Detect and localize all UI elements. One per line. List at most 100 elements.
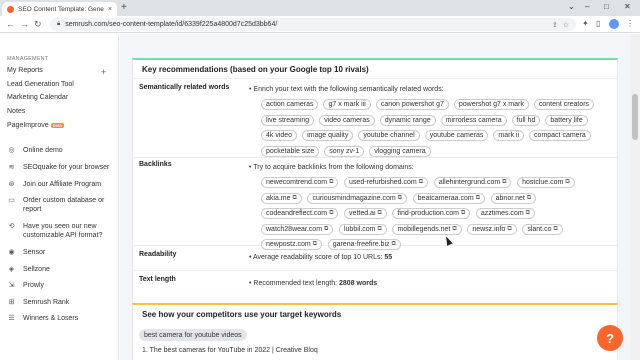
sidebar-item-winners-losers[interactable]: ☰ Winners & Losers [7, 314, 78, 323]
backlinks-label: Backlinks [139, 161, 172, 168]
sidebar-item-custom-database[interactable]: ▭ Order custom database or report [7, 196, 115, 214]
backlink-domain-chip[interactable]: garena-freefire.biz ⧉ [327, 239, 401, 250]
keyword-chip[interactable]: best camera for youtube videos [139, 329, 247, 341]
share-icon[interactable]: ⇪ [552, 21, 558, 29]
semantic-word-chip[interactable]: 4k video [261, 130, 298, 141]
sidebar-item-sellzone[interactable]: ◈ Sellzone [7, 265, 50, 274]
sidebar-item-notes[interactable]: Notes [7, 108, 25, 115]
profile-avatar[interactable] [609, 19, 619, 29]
sidebar-item-label: Sensor [23, 249, 46, 256]
external-link-icon: ⧉ [329, 210, 334, 216]
semantic-word-chip[interactable]: youtube channel [358, 130, 420, 141]
external-link-icon: ⧉ [452, 225, 457, 232]
sidebar-item-pageimprove[interactable]: PageImprove Beta [7, 122, 64, 129]
backlink-domain-chip[interactable]: used-refurbished.com ⧉ [344, 177, 429, 188]
sidebar-item-semrush-rank[interactable]: ⊞ Semrush Rank [7, 298, 70, 307]
semantic-word-chip-label: mark ii [498, 132, 520, 139]
extensions-icon[interactable]: ✦ [582, 19, 589, 28]
backlink-domain-chip[interactable]: newpostz.com ⧉ [261, 239, 323, 250]
external-link-icon: ⧉ [553, 225, 558, 232]
menu-kebab-icon[interactable]: ⋮ [626, 19, 634, 28]
sidebar: MANAGEMENT My Reports + Lead Generation … [0, 34, 119, 360]
backlink-domain-chip[interactable]: beatcameraa.com ⧉ [412, 192, 485, 204]
backlink-domain-chip[interactable]: abnor.net ⧉ [490, 192, 537, 204]
semantic-word-chip[interactable]: action cameras [261, 99, 319, 110]
semantic-word-chip[interactable]: vlogging camera [369, 145, 431, 157]
semantic-word-chip[interactable]: g7 x mark iii [323, 99, 371, 110]
semantic-word-chip[interactable]: compact camera [529, 130, 591, 141]
sidebar-item-sensor[interactable]: ◉ Sensor [7, 248, 45, 257]
backlink-domain-chip[interactable]: vetted.ai ⧉ [344, 208, 387, 219]
semantic-word-chip[interactable]: dynamic range [379, 114, 436, 126]
lock-icon[interactable]: 🔒︎ [57, 21, 60, 28]
sidebar-item-my-reports[interactable]: My Reports [7, 67, 43, 74]
sidebar-item-affiliate[interactable]: ⊛ Join our Affiliate Program [7, 180, 102, 189]
semantic-word-chip[interactable]: mirrorless camera [440, 114, 507, 126]
add-report-icon[interactable]: + [101, 67, 106, 77]
semantic-word-chip-label: 4k video [266, 132, 293, 139]
backlink-domain-chip-label: newpostz.com [266, 241, 311, 248]
backlink-domain-chip[interactable]: watch28wear.com ⧉ [261, 223, 334, 235]
semantic-word-chip[interactable]: content creators [533, 99, 595, 110]
external-link-icon: ⧉ [502, 179, 507, 185]
backlink-domain-chip-label: find-production.com [397, 210, 459, 217]
backlink-domain-chip[interactable]: curiousmindmagazine.com ⧉ [307, 192, 408, 204]
page-scrollbar[interactable] [630, 34, 640, 360]
forward-icon[interactable]: → [20, 19, 29, 29]
sidebar-item-lead-generation[interactable]: Lead Generation Tool [7, 81, 74, 88]
address-bar[interactable]: 🔒︎ semrush.com/seo-content-template/id/6… [50, 18, 576, 31]
sidebar-item-online-demo[interactable]: ◎ Online demo [7, 146, 62, 155]
minimize-button[interactable]: – [585, 2, 589, 11]
semantic-word-chip[interactable]: live streaming [261, 114, 315, 126]
semantic-word-chip[interactable]: canon powershot g7 [375, 99, 449, 110]
backlink-domain-chip[interactable]: azztimes.com ⧉ [475, 208, 535, 219]
close-tab-icon[interactable]: × [108, 6, 112, 13]
backlink-domain-chip[interactable]: akia.me ⧉ [261, 192, 302, 204]
semantic-word-chip-label: youtube cameras [429, 132, 484, 139]
backlink-domain-chip-label: newsz.info [472, 225, 506, 233]
semantic-word-chip[interactable]: youtube cameras [424, 130, 489, 141]
backlink-domain-chip[interactable]: codeandreflect.com ⧉ [261, 208, 339, 219]
semantic-word-chip[interactable]: image quality [302, 130, 354, 141]
maximize-button[interactable]: □ [604, 2, 609, 11]
semantic-word-chip[interactable]: battery life [545, 114, 588, 126]
semantic-word-chip[interactable]: pocketable size [261, 145, 320, 157]
semantic-word-chip[interactable]: sony zv-1 [324, 145, 365, 157]
semantic-word-chip[interactable]: video cameras [319, 114, 375, 126]
sidebar-item-seoquake[interactable]: ≋ SEOquake for your browser [7, 163, 110, 172]
sidebar-item-api-format[interactable]: ⟲ Have you seen our new customizable API… [7, 222, 115, 240]
new-tab-button[interactable]: + [121, 3, 127, 13]
divider [133, 157, 617, 158]
back-icon[interactable]: ← [6, 19, 15, 29]
backlink-domain-chip[interactable]: newecomtrend.com ⧉ [261, 177, 339, 188]
backlink-domain-chip[interactable]: hostclue.com ⧉ [517, 177, 575, 188]
backlink-domain-chip-label: azztimes.com [480, 210, 524, 217]
sidepanel-icon[interactable]: ▯ [596, 19, 600, 28]
bookmark-star-icon[interactable]: ☆ [563, 21, 569, 29]
backlink-domain-chip[interactable]: slant.co ⧉ [522, 223, 563, 235]
backlink-domain-chip[interactable]: newsz.info ⧉ [467, 223, 517, 235]
external-link-icon: ⧉ [292, 194, 297, 201]
semantic-word-chip[interactable]: mark ii [493, 130, 525, 141]
semantic-word-chip-label: pocketable size [266, 147, 315, 155]
sidebar-item-marketing-calendar[interactable]: Marketing Calendar [7, 94, 68, 101]
close-window-button[interactable]: ✕ [624, 2, 631, 11]
tab-search-icon[interactable]: ⌄ [568, 2, 575, 11]
url-text[interactable]: semrush.com/seo-content-template/id/6339… [65, 21, 547, 28]
help-button[interactable]: ? [597, 325, 623, 351]
browser-tab[interactable]: SEO Content Template: Generate × [2, 2, 117, 16]
reload-icon[interactable]: ↻ [34, 19, 42, 29]
semantic-word-chip[interactable]: powershot g7 x mark [453, 99, 529, 110]
semantic-word-chip-label: youtube channel [363, 132, 415, 139]
divider [133, 270, 617, 271]
winners-icon: ☰ [8, 315, 15, 322]
backlink-domain-chip[interactable]: mobillegends.net ⧉ [392, 223, 462, 235]
semantic-word-chip[interactable]: full hd [511, 114, 541, 126]
backlink-domain-chip[interactable]: allehintergrund.com ⧉ [433, 177, 512, 188]
competitor-result-partial[interactable]: 1. The best cameras for YouTube in 2022 … [142, 347, 318, 354]
backlink-domain-chip[interactable]: lubbil.com ⧉ [338, 223, 387, 235]
sidebar-item-prowly[interactable]: ⇲ Prowly [7, 281, 44, 290]
scrollbar-thumb[interactable] [632, 94, 638, 140]
backlink-domain-chip[interactable]: find-production.com ⧉ [392, 208, 471, 219]
external-link-icon: ⧉ [329, 179, 334, 185]
